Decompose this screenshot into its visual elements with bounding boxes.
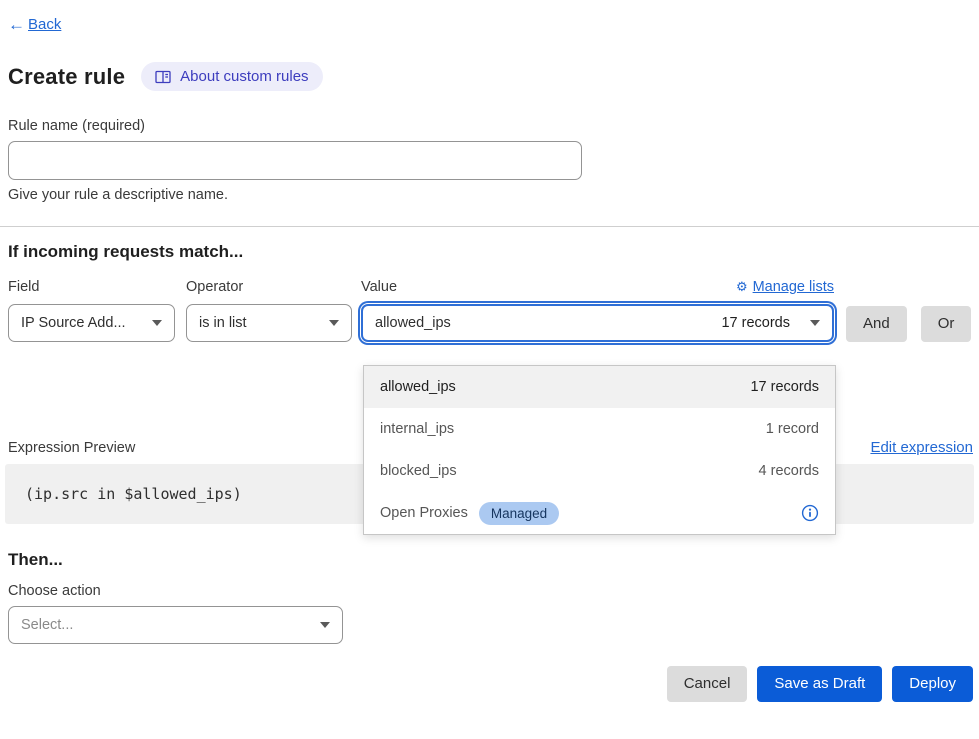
deploy-button[interactable]: Deploy <box>892 666 973 702</box>
list-item-left: Open Proxies Managed <box>380 502 559 525</box>
match-section-heading: If incoming requests match... <box>8 242 973 262</box>
list-item-internal-ips[interactable]: internal_ips 1 record <box>364 408 835 450</box>
rule-name-input[interactable] <box>8 141 582 180</box>
lists-dropdown-panel: allowed_ips 17 records internal_ips 1 re… <box>363 365 836 535</box>
value-column: Value ⚙ Manage lists allowed_ips 17 reco… <box>361 279 834 342</box>
page-title: Create rule <box>8 64 125 90</box>
back-link-label: Back <box>28 16 61 33</box>
chevron-down-icon <box>320 622 330 628</box>
chevron-down-icon <box>329 320 339 326</box>
save-as-draft-button[interactable]: Save as Draft <box>757 666 882 702</box>
operator-column: Operator is in list <box>186 279 352 342</box>
section-divider <box>0 226 979 227</box>
list-item-name: internal_ips <box>380 421 454 437</box>
list-item-name: blocked_ips <box>380 463 457 479</box>
then-section-heading: Then... <box>8 550 973 570</box>
choose-action-label: Choose action <box>8 583 973 599</box>
list-item-records: 1 record <box>766 421 819 437</box>
list-item-blocked-ips[interactable]: blocked_ips 4 records <box>364 450 835 492</box>
cancel-button[interactable]: Cancel <box>667 666 748 702</box>
title-row: Create rule About custom rules <box>8 62 973 91</box>
back-arrow-icon: ← <box>8 16 25 33</box>
value-select-records: 17 records <box>721 315 790 331</box>
list-item-records: 4 records <box>759 463 819 479</box>
field-column: Field IP Source Add... <box>8 279 175 342</box>
field-select[interactable]: IP Source Add... <box>8 304 175 342</box>
expression-preview-label: Expression Preview <box>8 440 135 456</box>
footer-actions: Cancel Save as Draft Deploy <box>8 666 973 702</box>
book-icon <box>155 70 171 84</box>
gear-icon: ⚙ <box>736 279 748 295</box>
field-label: Field <box>8 279 175 295</box>
or-button[interactable]: Or <box>921 306 972 342</box>
about-custom-rules-label: About custom rules <box>180 68 308 85</box>
value-label: Value <box>361 279 397 295</box>
value-select-right: 17 records <box>721 315 820 331</box>
value-select[interactable]: allowed_ips 17 records <box>361 304 834 342</box>
list-item-records: 17 records <box>750 379 819 395</box>
operator-select[interactable]: is in list <box>186 304 352 342</box>
managed-badge: Managed <box>479 502 559 525</box>
list-item-name: allowed_ips <box>380 379 456 395</box>
edit-expression-link[interactable]: Edit expression <box>870 439 973 456</box>
about-custom-rules-link[interactable]: About custom rules <box>141 62 322 91</box>
list-item-allowed-ips[interactable]: allowed_ips 17 records <box>364 366 835 408</box>
value-label-row: Value ⚙ Manage lists <box>361 279 834 295</box>
back-link[interactable]: ←Back <box>8 16 61 33</box>
chevron-down-icon <box>152 320 162 326</box>
expression-code: (ip.src in $allowed_ips) <box>25 485 242 503</box>
manage-lists-link[interactable]: ⚙ Manage lists <box>736 279 834 295</box>
and-button[interactable]: And <box>846 306 907 342</box>
rule-name-label: Rule name (required) <box>8 118 973 134</box>
list-item-name: Open Proxies <box>380 505 468 521</box>
list-item-open-proxies[interactable]: Open Proxies Managed <box>364 492 835 534</box>
rule-name-helper: Give your rule a descriptive name. <box>8 187 973 203</box>
manage-lists-label: Manage lists <box>753 279 834 295</box>
info-icon[interactable] <box>801 504 819 522</box>
chevron-down-icon <box>810 320 820 326</box>
field-select-value: IP Source Add... <box>21 315 126 331</box>
action-select[interactable]: Select... <box>8 606 343 644</box>
create-rule-page: ←Back Create rule About custom rules Rul… <box>0 0 979 702</box>
operator-label: Operator <box>186 279 352 295</box>
value-select-value: allowed_ips <box>375 315 451 331</box>
action-select-placeholder: Select... <box>21 617 73 633</box>
operator-select-value: is in list <box>199 315 247 331</box>
condition-row: Field IP Source Add... Operator is in li… <box>8 279 973 342</box>
